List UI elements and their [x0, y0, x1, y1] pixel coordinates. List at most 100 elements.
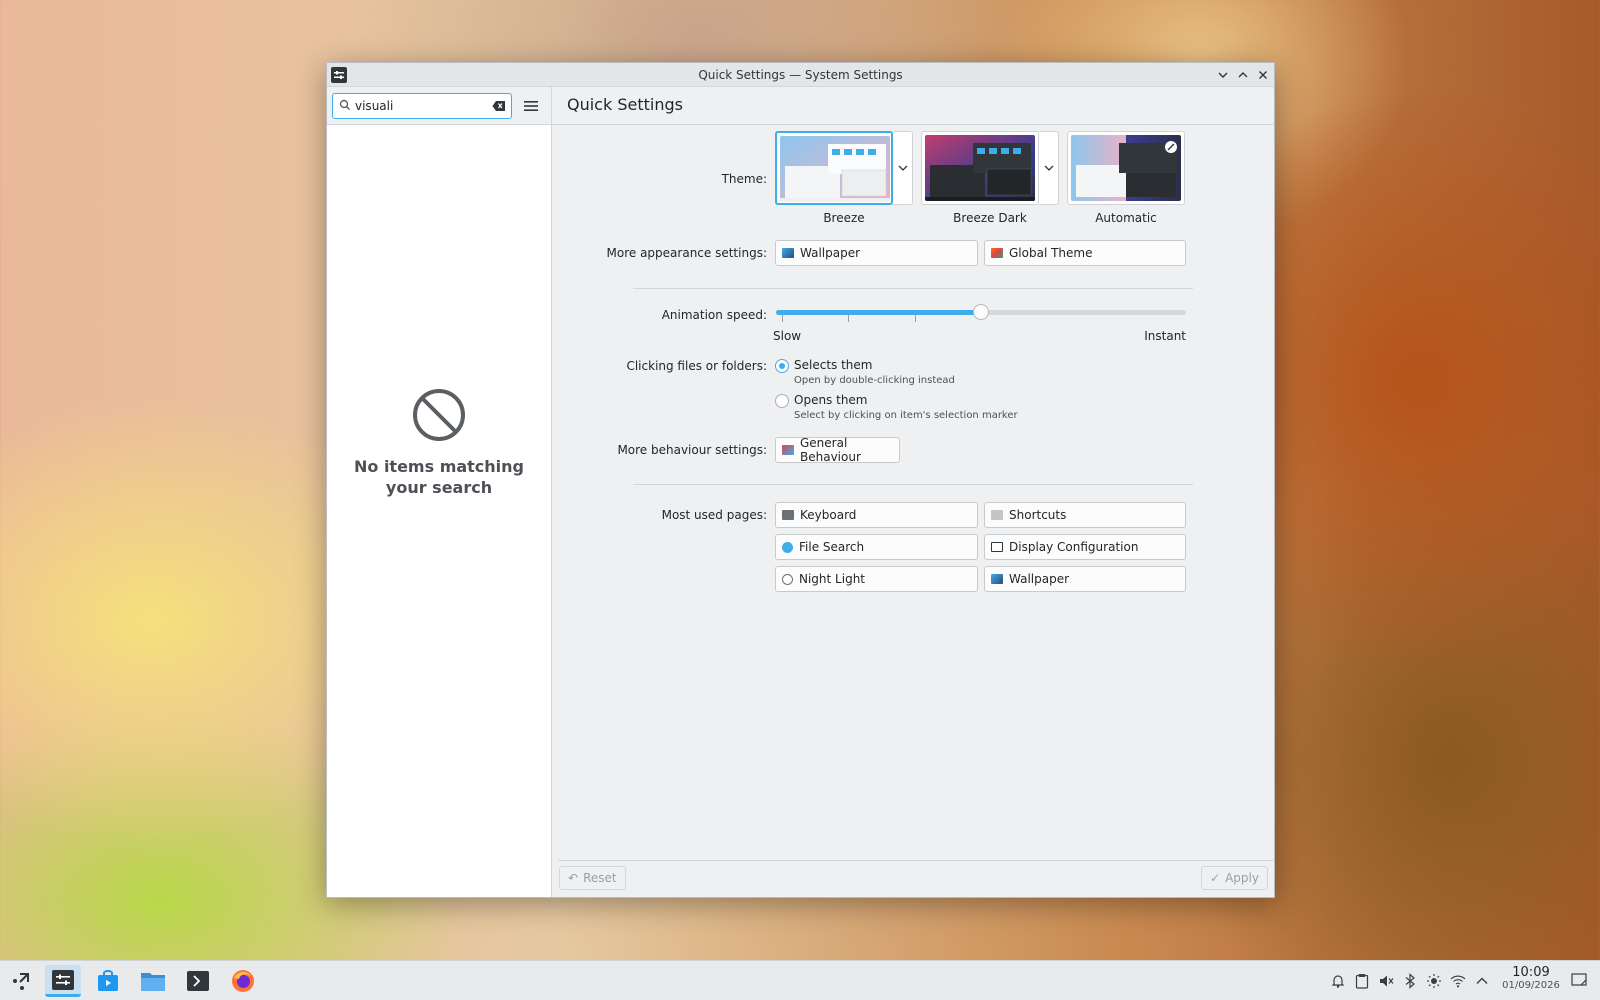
most-used-file-search-button[interactable]: File Search — [775, 534, 978, 560]
page-title: Quick Settings — [567, 95, 683, 114]
display-icon — [991, 542, 1003, 552]
title-bar[interactable]: Quick Settings — System Settings — [327, 63, 1274, 87]
wallpaper-icon — [782, 248, 794, 258]
slider-max-label: Instant — [1144, 329, 1186, 343]
selects-them-label[interactable]: Selects them — [794, 358, 872, 372]
slider-min-label: Slow — [773, 329, 802, 343]
volume-muted-icon[interactable] — [1374, 969, 1398, 993]
night-light-icon — [782, 573, 793, 585]
keyboard-icon — [782, 510, 794, 520]
taskbar-firefox[interactable] — [225, 965, 261, 997]
search-field[interactable] — [332, 93, 512, 119]
undo-icon: ↶ — [568, 871, 579, 885]
slider-handle[interactable] — [973, 304, 989, 320]
tray-expand-chevron-up-icon[interactable] — [1470, 969, 1494, 993]
most-used-label-5: Wallpaper — [1009, 572, 1070, 586]
notifications-icon[interactable] — [1326, 969, 1350, 993]
most-used-label-1: Shortcuts — [1009, 508, 1067, 522]
application-launcher-button[interactable] — [4, 965, 40, 997]
no-entry-icon — [413, 389, 465, 441]
minimize-button[interactable] — [1214, 66, 1232, 84]
theme-name-breeze: Breeze — [823, 211, 865, 225]
general-behaviour-icon — [782, 445, 794, 455]
main-panel: Quick Settings — [552, 87, 1274, 897]
appearance-label: More appearance settings: — [606, 246, 767, 260]
most-used-shortcuts-button[interactable]: Shortcuts — [984, 502, 1186, 528]
theme-option-automatic[interactable] — [1067, 131, 1185, 205]
theme-option-breeze[interactable] — [775, 131, 893, 205]
window-title: Quick Settings — System Settings — [698, 68, 903, 82]
checkmark-icon: ✓ — [1210, 871, 1221, 885]
chevron-down-icon — [898, 165, 907, 171]
system-tray — [1326, 961, 1494, 1000]
opens-them-label[interactable]: Opens them — [794, 393, 868, 407]
clipboard-icon[interactable] — [1350, 969, 1374, 993]
clock-date: 01/09/2026 — [1502, 980, 1560, 991]
bluetooth-icon[interactable] — [1398, 969, 1422, 993]
system-settings-icon — [52, 969, 74, 990]
maximize-button[interactable] — [1234, 66, 1252, 84]
breeze-thumbnail — [780, 136, 890, 202]
clear-search-icon[interactable] — [492, 100, 506, 115]
show-desktop-icon — [1571, 973, 1587, 986]
most-used-label-4: Night Light — [799, 572, 865, 586]
theme-name-breeze-dark: Breeze Dark — [953, 211, 1027, 225]
wallpaper-icon — [991, 574, 1003, 584]
most-used-display-configuration-button[interactable]: Display Configuration — [984, 534, 1186, 560]
most-used-label: Most used pages: — [661, 508, 767, 522]
theme-option-breeze-dark[interactable] — [921, 131, 1039, 205]
close-button[interactable] — [1254, 66, 1272, 84]
close-icon — [1259, 71, 1267, 79]
file-search-icon — [782, 541, 793, 553]
global-theme-icon — [991, 248, 1003, 258]
wallpaper-button[interactable]: Wallpaper — [775, 240, 978, 266]
reset-button[interactable]: ↶ Reset — [559, 866, 626, 890]
clicking-label: Clicking files or folders: — [626, 359, 767, 373]
taskbar-dolphin[interactable] — [135, 965, 171, 997]
firefox-icon — [232, 970, 254, 992]
hamburger-menu-icon — [524, 101, 538, 111]
hamburger-menu-button[interactable] — [521, 96, 541, 116]
shortcuts-icon — [991, 510, 1003, 520]
global-theme-button[interactable]: Global Theme — [984, 240, 1186, 266]
slider-tick — [848, 315, 849, 322]
behaviour-label: More behaviour settings: — [617, 443, 767, 457]
breeze-dark-thumbnail — [925, 135, 1035, 201]
digital-clock[interactable]: 10:09 01/09/2026 — [1496, 965, 1566, 991]
search-icon — [339, 99, 351, 114]
wifi-icon[interactable] — [1446, 969, 1470, 993]
breeze-variant-dropdown[interactable] — [893, 131, 913, 205]
brightness-icon[interactable] — [1422, 969, 1446, 993]
taskbar-system-settings[interactable] — [45, 965, 81, 997]
most-used-night-light-button[interactable]: Night Light — [775, 566, 978, 592]
most-used-keyboard-button[interactable]: Keyboard — [775, 502, 978, 528]
plasma-launcher-icon — [13, 973, 29, 990]
opens-them-radio[interactable] — [775, 394, 789, 408]
sidebar-header — [327, 87, 551, 125]
taskbar-konsole[interactable] — [180, 965, 216, 997]
no-results-title: No items matching your search — [327, 456, 551, 498]
show-desktop-button[interactable] — [1570, 971, 1588, 992]
discover-store-icon — [98, 970, 118, 991]
reset-button-label: Reset — [583, 871, 617, 885]
divider — [633, 484, 1193, 485]
general-behaviour-button[interactable]: General Behaviour — [775, 436, 900, 464]
animation-speed-label: Animation speed: — [661, 308, 767, 322]
taskbar-discover[interactable] — [90, 965, 126, 997]
wallpaper-button-label: Wallpaper — [800, 246, 861, 260]
selects-them-radio[interactable] — [775, 359, 789, 373]
breeze-dark-variant-dropdown[interactable] — [1039, 131, 1059, 205]
clock-time: 10:09 — [1512, 965, 1550, 980]
no-results-line-1: No items matching — [353, 457, 525, 476]
no-results-line-2: your search — [385, 478, 493, 497]
apply-button-label: Apply — [1225, 871, 1259, 885]
search-input[interactable] — [355, 97, 485, 115]
animation-speed-slider[interactable] — [776, 304, 1186, 320]
most-used-wallpaper-button[interactable]: Wallpaper — [984, 566, 1186, 592]
most-used-label-3: Display Configuration — [1009, 540, 1139, 554]
global-theme-button-label: Global Theme — [1009, 246, 1093, 260]
taskbar: 10:09 01/09/2026 — [0, 960, 1600, 1000]
most-used-label-0: Keyboard — [800, 508, 857, 522]
apply-button[interactable]: ✓ Apply — [1201, 866, 1268, 890]
divider — [633, 288, 1193, 289]
